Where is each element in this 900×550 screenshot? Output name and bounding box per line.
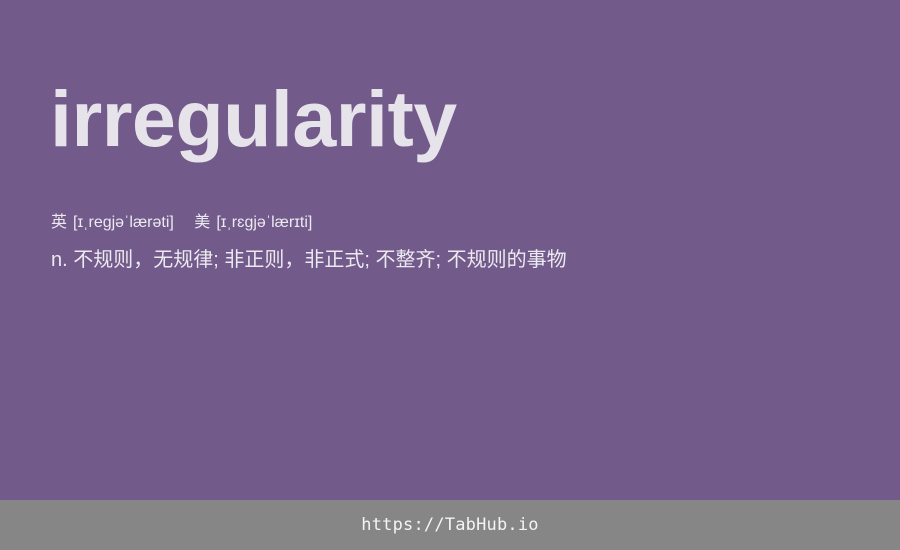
headword: irregularity — [50, 74, 457, 163]
phonetic-uk-ipa: [ɪˌregjəˈlærəti] — [73, 214, 174, 231]
phonetic-us-ipa: [ɪˌrɛɡjəˈlærɪti] — [216, 214, 313, 231]
footer-bar: https://TabHub.io — [0, 500, 900, 550]
phonetics-row: 英 [ɪˌregjəˈlærəti] 美 [ɪˌrɛɡjəˈlærɪti] — [51, 213, 312, 233]
phonetic-uk: 英 [ɪˌregjəˈlærəti] — [51, 213, 174, 233]
phonetic-uk-label: 英 — [51, 214, 68, 231]
word-card: irregularity 英 [ɪˌregjəˈlærəti] 美 [ɪˌrɛɡjə… — [0, 0, 900, 500]
phonetic-us-label: 美 — [194, 214, 211, 231]
phonetic-us: 美 [ɪˌrɛɡjəˈlærɪti] — [194, 213, 312, 233]
definition-text: n. 不规则，无规律; 非正则，非正式; 不整齐; 不规则的事物 — [51, 249, 567, 271]
tabhub-link[interactable]: https://TabHub.io — [361, 515, 538, 535]
